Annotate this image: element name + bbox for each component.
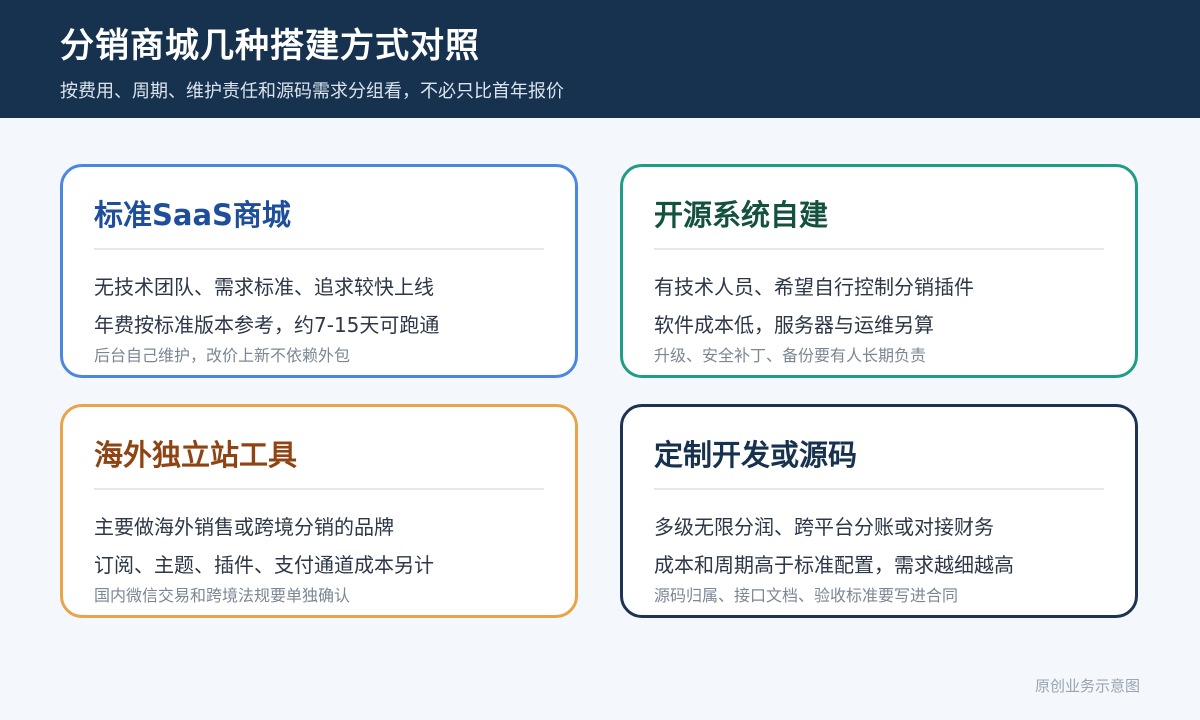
card-title: 定制开发或源码 <box>654 438 858 472</box>
card-line-cost: 订阅、主题、插件、支付通道成本另计 <box>94 553 434 577</box>
page-subtitle: 按费用、周期、维护责任和源码需求分组看，不必只比首年报价 <box>60 81 564 102</box>
card-divider <box>654 248 1104 250</box>
card-overseas-site: 海外独立站工具 主要做海外销售或跨境分销的品牌 订阅、主题、插件、支付通道成本另… <box>60 404 578 618</box>
card-title: 海外独立站工具 <box>94 438 298 472</box>
card-divider <box>94 488 544 490</box>
card-line-cost: 成本和周期高于标准配置，需求越细越高 <box>654 553 1014 577</box>
card-line-suitability: 无技术团队、需求标准、追求较快上线 <box>94 275 434 299</box>
card-line-cost: 年费按标准版本参考，约7-15天可跑通 <box>94 313 440 337</box>
card-line-suitability: 有技术人员、希望自行控制分销插件 <box>654 275 974 299</box>
card-note: 源码归属、接口文档、验收标准要写进合同 <box>654 586 959 605</box>
card-title: 开源系统自建 <box>654 198 829 232</box>
card-custom-development: 定制开发或源码 多级无限分润、跨平台分账或对接财务 成本和周期高于标准配置，需求… <box>620 404 1138 618</box>
card-line-suitability: 多级无限分润、跨平台分账或对接财务 <box>654 515 994 539</box>
card-standard-saas: 标准SaaS商城 无技术团队、需求标准、追求较快上线 年费按标准版本参考，约7-… <box>60 164 578 378</box>
page-title: 分销商城几种搭建方式对照 <box>60 26 480 66</box>
card-line-suitability: 主要做海外销售或跨境分销的品牌 <box>94 515 394 539</box>
card-note: 后台自己维护，改价上新不依赖外包 <box>94 346 351 365</box>
footer-caption: 原创业务示意图 <box>1034 677 1140 695</box>
card-divider <box>94 248 544 250</box>
card-divider <box>654 488 1104 490</box>
card-note: 国内微信交易和跨境法规要单独确认 <box>94 586 351 605</box>
card-open-source: 开源系统自建 有技术人员、希望自行控制分销插件 软件成本低，服务器与运维另算 升… <box>620 164 1138 378</box>
card-note: 升级、安全补丁、备份要有人长期负责 <box>654 346 927 365</box>
card-line-cost: 软件成本低，服务器与运维另算 <box>654 313 934 337</box>
card-title: 标准SaaS商城 <box>94 198 291 232</box>
header-banner: 分销商城几种搭建方式对照 按费用、周期、维护责任和源码需求分组看，不必只比首年报… <box>0 0 1200 118</box>
